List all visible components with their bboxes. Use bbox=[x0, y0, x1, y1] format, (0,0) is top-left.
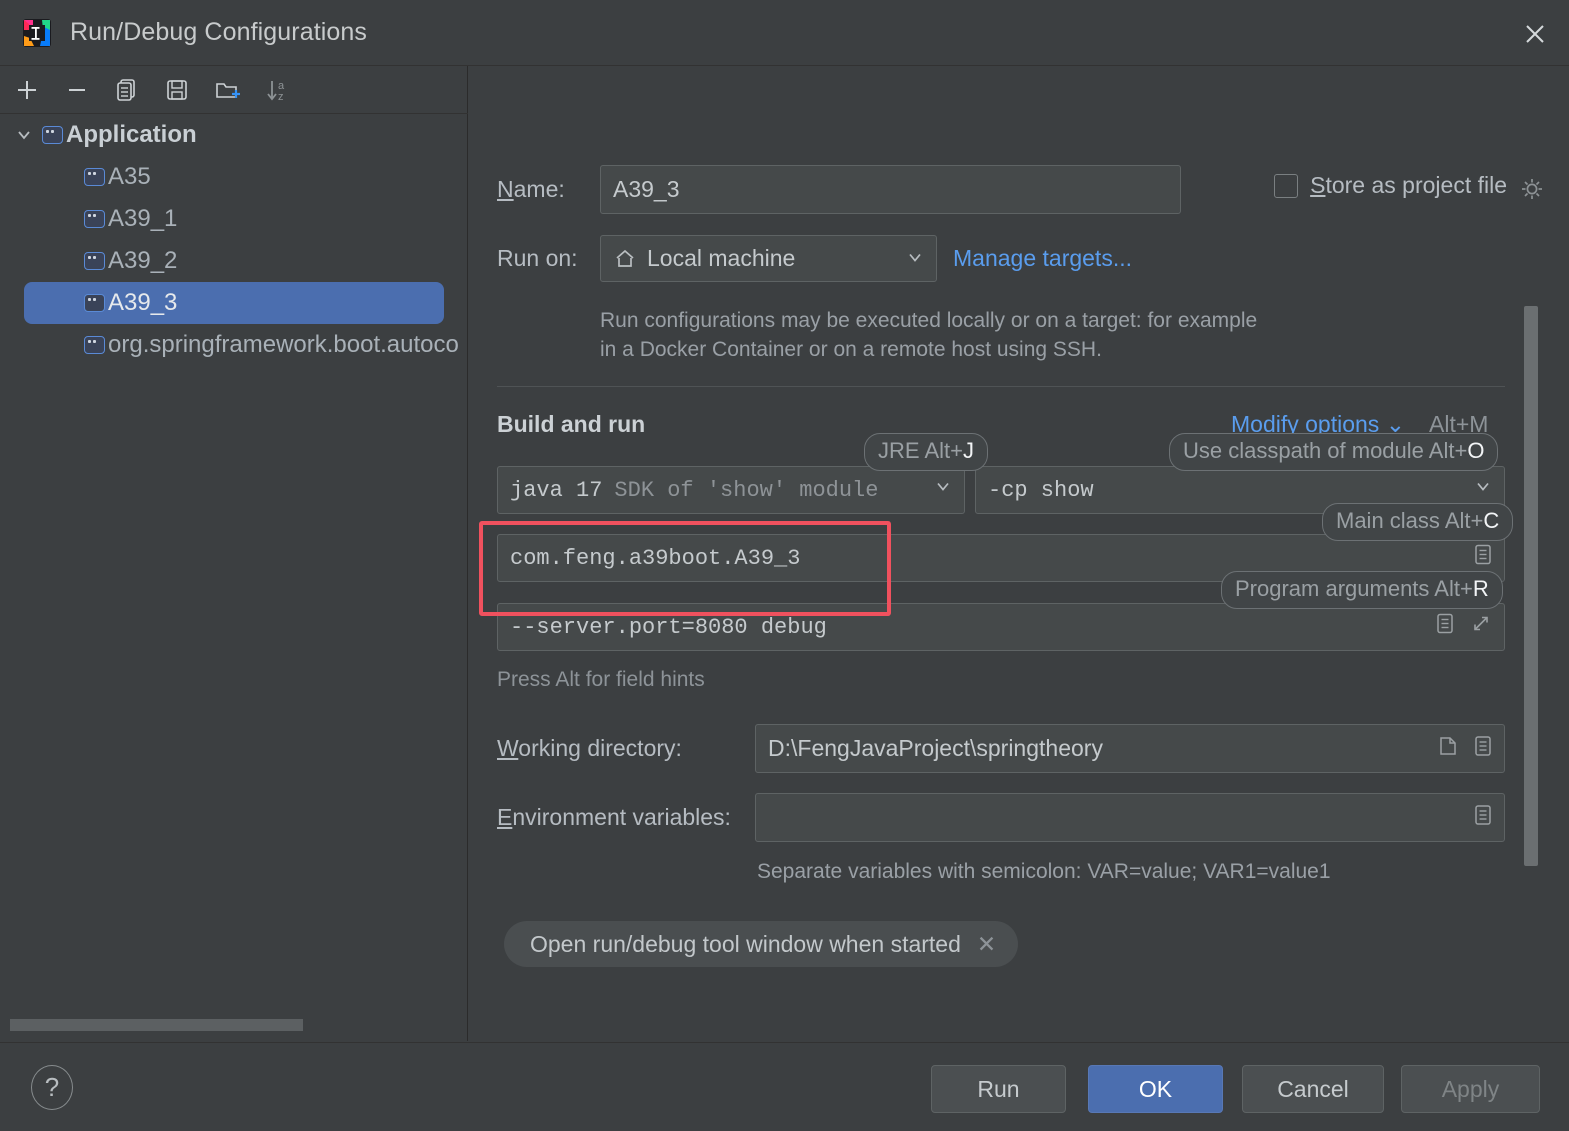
annotation-text: 添加main()方法传入参数，参数以空格分隔 bbox=[469, 480, 479, 615]
gear-icon[interactable] bbox=[1517, 174, 1547, 209]
tree-group-label: Application bbox=[66, 121, 197, 148]
jre-select[interactable]: java 17 SDK of 'show' module bbox=[497, 466, 965, 514]
run-on-description: Run configurations may be executed local… bbox=[600, 309, 1258, 361]
build-and-run-title: Build and run bbox=[497, 411, 646, 437]
program-arguments-input[interactable]: --server.port=8080 debug bbox=[497, 603, 1505, 651]
environment-variables-label: Environment variables: bbox=[497, 804, 731, 830]
ok-button[interactable]: OK bbox=[1088, 1065, 1223, 1113]
list-item-label: A39_2 bbox=[108, 247, 178, 274]
help-button[interactable]: ? bbox=[31, 1065, 73, 1110]
svg-text:z: z bbox=[278, 91, 284, 103]
editor-vertical-scrollbar[interactable] bbox=[1524, 306, 1538, 866]
configuration-editor: Name: A39_3 Store as project file Run on… bbox=[469, 66, 1569, 1041]
configurations-tree: Application A35 A39_1 A39_2 A39_3 org.sp… bbox=[0, 114, 468, 994]
jre-hint-text: JRE Alt+ bbox=[878, 438, 963, 463]
application-config-icon bbox=[84, 168, 105, 186]
remove-configuration-button[interactable] bbox=[60, 73, 94, 107]
environment-variables-hint: Separate variables with semicolon: VAR=v… bbox=[757, 860, 1331, 883]
home-icon bbox=[613, 247, 637, 271]
sidebar-item-a39-2[interactable]: A39_2 bbox=[0, 240, 468, 282]
main-class-hint-key: C bbox=[1483, 508, 1500, 533]
apply-button[interactable]: Apply bbox=[1401, 1065, 1540, 1113]
browse-list-icon[interactable] bbox=[1472, 734, 1494, 764]
application-config-icon bbox=[84, 210, 105, 228]
intellij-idea-icon bbox=[22, 18, 52, 48]
add-configuration-button[interactable] bbox=[10, 73, 44, 107]
program-arguments-value: --server.port=8080 debug bbox=[510, 614, 827, 640]
configurations-sidebar: a z Application A35 A39_1 A39_2 A39_3 or… bbox=[0, 66, 468, 1083]
sidebar-toolbar: a z bbox=[0, 66, 468, 114]
jre-hint-key: J bbox=[962, 438, 974, 463]
browse-list-icon[interactable] bbox=[1472, 543, 1494, 574]
jre-value: java 17 bbox=[510, 477, 603, 503]
environment-variables-input[interactable] bbox=[755, 793, 1505, 842]
application-config-icon bbox=[42, 126, 63, 144]
store-as-project-file-checkbox[interactable]: Store as project file bbox=[1274, 172, 1507, 199]
chevron-down-icon[interactable] bbox=[934, 478, 952, 503]
browse-list-icon[interactable] bbox=[1472, 803, 1494, 833]
save-configuration-button[interactable] bbox=[160, 73, 194, 107]
browse-list-icon[interactable] bbox=[1434, 612, 1456, 643]
sort-configurations-button[interactable]: a z bbox=[260, 73, 294, 107]
close-small-icon[interactable]: ✕ bbox=[977, 931, 996, 958]
main-class-value: com.feng.a39boot.A39_3 bbox=[510, 545, 801, 571]
name-input-value: A39_3 bbox=[613, 176, 680, 202]
run-debug-configurations-dialog: Run/Debug Configurations a z Application… bbox=[0, 0, 1569, 1131]
chevron-down-icon[interactable] bbox=[1474, 478, 1492, 503]
classpath-hint-key: O bbox=[1467, 438, 1485, 463]
close-icon[interactable] bbox=[1515, 14, 1555, 54]
program-arguments-hint-key: R bbox=[1472, 576, 1489, 601]
list-item-label: A39_3 bbox=[108, 289, 178, 316]
run-on-value: Local machine bbox=[647, 245, 796, 271]
working-directory-label: Working directory: bbox=[497, 735, 682, 761]
main-class-hint-text: Main class Alt+ bbox=[1336, 508, 1484, 533]
jre-hint: JRE Alt+J bbox=[864, 433, 988, 471]
name-label: Name: bbox=[497, 176, 565, 202]
program-arguments-hint: Program arguments Alt+R bbox=[1221, 571, 1503, 609]
store-as-project-file-label: Store as project file bbox=[1310, 172, 1507, 198]
folder-icon[interactable] bbox=[1436, 734, 1460, 764]
working-directory-value: D:\FengJavaProject\springtheory bbox=[768, 735, 1103, 761]
page-title: Run/Debug Configurations bbox=[70, 18, 368, 46]
classpath-hint-text: Use classpath of module Alt+ bbox=[1183, 438, 1468, 463]
dialog-footer: ? Run OK Cancel Apply bbox=[0, 1042, 1569, 1131]
main-class-hint: Main class Alt+C bbox=[1322, 503, 1514, 541]
jre-value-dim: SDK of 'show' module bbox=[614, 477, 879, 503]
sidebar-item-a35[interactable]: A35 bbox=[0, 156, 468, 198]
open-tool-window-chip[interactable]: Open run/debug tool window when started … bbox=[504, 921, 1019, 967]
use-classpath-of-module-hint: Use classpath of module Alt+O bbox=[1169, 433, 1499, 471]
working-directory-input[interactable]: D:\FengJavaProject\springtheory bbox=[755, 724, 1505, 773]
sidebar-item-a39-3[interactable]: A39_3 bbox=[24, 282, 444, 324]
list-item-label: A35 bbox=[108, 163, 151, 190]
list-item-label: A39_1 bbox=[108, 205, 178, 232]
application-config-icon bbox=[84, 336, 105, 354]
sidebar-item-spring-autoconfigure[interactable]: org.springframework.boot.autoco bbox=[0, 324, 468, 366]
chip-label: Open run/debug tool window when started bbox=[530, 930, 961, 957]
run-on-label: Run on: bbox=[497, 245, 578, 271]
run-button[interactable]: Run bbox=[931, 1065, 1066, 1113]
name-label-rest: ame: bbox=[513, 176, 565, 202]
name-input[interactable]: A39_3 bbox=[600, 165, 1181, 214]
expand-icon[interactable] bbox=[1468, 611, 1494, 644]
tree-group-application[interactable]: Application bbox=[0, 114, 468, 156]
divider bbox=[497, 386, 1505, 387]
program-arguments-hint-text: Program arguments Alt+ bbox=[1235, 576, 1473, 601]
classpath-value: -cp show bbox=[988, 477, 1094, 503]
checkbox-box[interactable] bbox=[1274, 173, 1299, 198]
sidebar-item-a39-1[interactable]: A39_1 bbox=[0, 198, 468, 240]
chevron-down-icon[interactable] bbox=[906, 245, 924, 272]
cancel-button[interactable]: Cancel bbox=[1242, 1065, 1384, 1113]
title-bar: Run/Debug Configurations bbox=[0, 0, 1569, 66]
press-alt-hint: Press Alt for field hints bbox=[497, 668, 705, 691]
sidebar-horizontal-scrollbar[interactable] bbox=[10, 1019, 303, 1031]
new-folder-button[interactable] bbox=[210, 73, 244, 107]
chevron-down-icon[interactable] bbox=[12, 126, 36, 144]
copy-configuration-button[interactable] bbox=[110, 73, 144, 107]
run-on-select[interactable]: Local machine bbox=[600, 235, 937, 282]
application-config-icon bbox=[84, 252, 105, 270]
list-item-label: org.springframework.boot.autoco bbox=[108, 331, 459, 358]
application-config-icon bbox=[84, 294, 105, 312]
manage-targets-link[interactable]: Manage targets... bbox=[953, 245, 1132, 272]
